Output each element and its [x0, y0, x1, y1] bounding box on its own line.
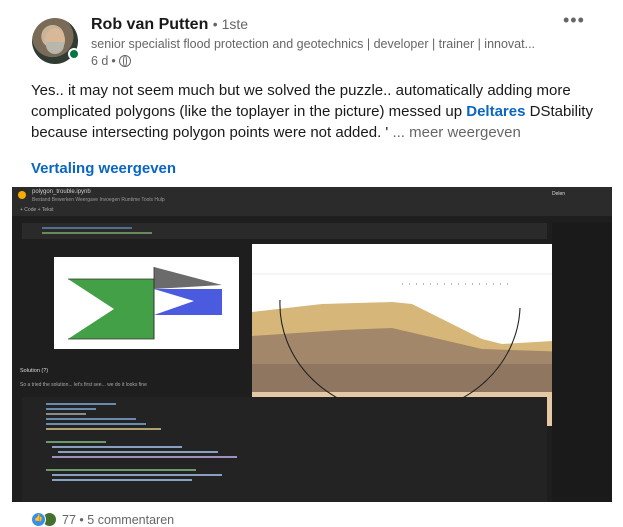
like-reaction-icon [31, 512, 46, 527]
notebook-menu: Bestand Bewerken Weergave Invoegen Runti… [32, 197, 165, 203]
post-meta: 6 d • [91, 54, 131, 68]
footer-separator: • [79, 512, 84, 527]
post-time: 6 d [91, 54, 109, 68]
polygon-plot [54, 257, 239, 349]
meta-separator: • [111, 54, 116, 68]
post-image[interactable]: polygon_trouble.ipynb Bestand Bewerken W… [12, 187, 612, 502]
code-line [52, 456, 237, 458]
connection-degree: • 1ste [212, 16, 249, 32]
solution-subtext: So a tried the solution... let's first s… [20, 382, 147, 388]
code-line [46, 469, 196, 471]
code-line [46, 423, 146, 425]
blue-polygon [154, 289, 222, 315]
notebook-code-cell [22, 223, 547, 239]
engagement-counts: 77 • 5 commentaren [62, 513, 174, 527]
globe-icon [118, 55, 131, 67]
solution-heading: Solution (?) [20, 368, 49, 374]
degree-label: 1ste [221, 16, 249, 32]
author-headline: senior specialist flood protection and g… [91, 37, 536, 51]
reaction-count[interactable]: 77 [62, 513, 76, 527]
mention-deltares[interactable]: Deltares [466, 103, 525, 120]
notebook-filename: polygon_trouble.ipynb [32, 189, 91, 195]
code-line [46, 413, 86, 415]
notebook-share: Delen [552, 191, 566, 197]
comments-count[interactable]: 5 commentaren [87, 513, 174, 527]
translate-link[interactable]: Vertaling weergeven [31, 160, 176, 177]
feed-post-card: Rob van Putten • 1ste senior specialist … [0, 0, 623, 527]
notebook-toolbar: + Code + Tekst [12, 207, 612, 216]
post-body: Yes.. it may not seem much but we solved… [31, 80, 606, 143]
code-line [58, 451, 218, 453]
code-line [46, 418, 136, 420]
code-line [46, 441, 106, 443]
code-line [42, 232, 152, 234]
grey-polygon [154, 267, 222, 289]
online-status-icon [68, 48, 80, 60]
notebook-sidebar [552, 222, 612, 502]
avatar-beard [46, 42, 64, 54]
code-line [42, 227, 132, 229]
more-options-button[interactable]: ••• [563, 10, 585, 31]
green-polygon [68, 279, 154, 339]
reactions-bar[interactable]: 77 • 5 commentaren [31, 512, 174, 527]
code-line [46, 428, 161, 430]
author-name-line: Rob van Putten • 1ste [91, 16, 248, 34]
code-line [52, 479, 192, 481]
code-line [52, 474, 222, 476]
code-line [46, 408, 96, 410]
author-name[interactable]: Rob van Putten [91, 16, 208, 33]
solution-code-cell [22, 397, 547, 502]
code-line [46, 403, 116, 405]
code-line [52, 446, 182, 448]
colab-logo-icon [18, 191, 26, 199]
see-more-link[interactable]: ... meer weergeven [392, 124, 520, 141]
